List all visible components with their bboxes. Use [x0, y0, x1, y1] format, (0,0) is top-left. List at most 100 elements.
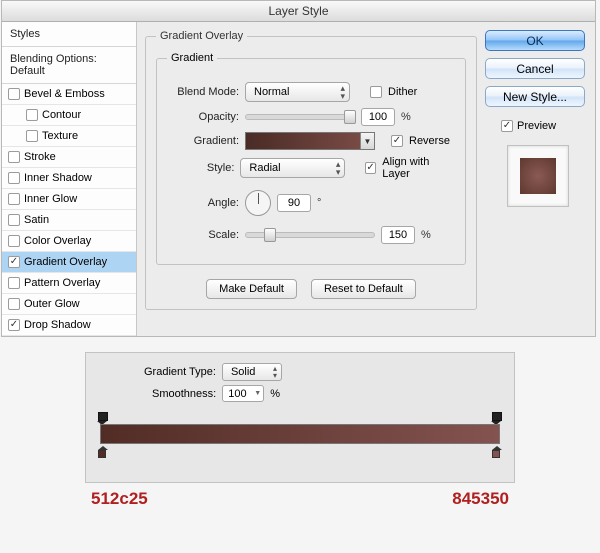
color-stop-left-swatch	[98, 450, 106, 458]
style-label: Style:	[167, 162, 234, 174]
opacity-slider-thumb[interactable]	[344, 110, 356, 124]
dialog-buttons: OK Cancel New Style... Preview	[485, 22, 595, 215]
drop-shadow-checkbox[interactable]	[8, 319, 20, 331]
sidebar-item-label: Inner Shadow	[24, 172, 92, 184]
sidebar-item-gradient-overlay[interactable]: Gradient Overlay	[2, 252, 136, 273]
make-default-label: Make Default	[219, 283, 284, 295]
blend-mode-select[interactable]: Normal ▴▾	[245, 82, 350, 102]
bevel-emboss-checkbox[interactable]	[8, 88, 20, 100]
cancel-label: Cancel	[516, 62, 553, 76]
inner-shadow-checkbox[interactable]	[8, 172, 20, 184]
preview-checkbox[interactable]	[501, 120, 513, 132]
scale-slider-thumb[interactable]	[264, 228, 276, 242]
sidebar-item-contour[interactable]: Contour	[2, 105, 136, 126]
hex-left: 512c25	[91, 489, 148, 509]
opacity-stop-left[interactable]	[98, 412, 108, 423]
reset-default-label: Reset to Default	[324, 283, 403, 295]
ok-button[interactable]: OK	[485, 30, 585, 51]
reset-default-button[interactable]: Reset to Default	[311, 279, 416, 299]
gradient-type-select[interactable]: Solid ▴▾	[222, 363, 282, 381]
cancel-button[interactable]: Cancel	[485, 58, 585, 79]
angle-dial[interactable]	[245, 190, 271, 216]
sidebar-item-label: Inner Glow	[24, 193, 77, 205]
scale-slider[interactable]	[245, 232, 375, 238]
sidebar-item-bevel-emboss[interactable]: Bevel & Emboss	[2, 84, 136, 105]
blending-options-heading[interactable]: Blending Options: Default	[2, 47, 136, 84]
new-style-button[interactable]: New Style...	[485, 86, 585, 107]
gradient-type-label: Gradient Type:	[144, 366, 216, 378]
stroke-checkbox[interactable]	[8, 151, 20, 163]
scale-input[interactable]: 150	[381, 226, 415, 244]
smoothness-input[interactable]: 100 ▼	[222, 385, 264, 402]
style-select[interactable]: Radial ▴▾	[240, 158, 345, 178]
hex-annotation-row: 512c25 845350	[85, 489, 515, 509]
gradient-group: Gradient Blend Mode: Normal ▴▾ Dither Op…	[156, 52, 466, 265]
settings-panel: Gradient Overlay Gradient Blend Mode: No…	[137, 22, 485, 328]
chevron-updown-icon: ▴▾	[273, 365, 277, 379]
preview-label: Preview	[517, 120, 556, 132]
gradient-bar[interactable]	[100, 424, 500, 444]
sidebar-item-drop-shadow[interactable]: Drop Shadow	[2, 315, 136, 336]
color-stop-left[interactable]	[98, 446, 108, 460]
reverse-label: Reverse	[409, 135, 450, 147]
dither-checkbox[interactable]	[370, 86, 382, 98]
sidebar-item-inner-glow[interactable]: Inner Glow	[2, 189, 136, 210]
gradient-label: Gradient:	[167, 135, 239, 147]
blend-mode-label: Blend Mode:	[167, 86, 239, 98]
color-overlay-checkbox[interactable]	[8, 235, 20, 247]
preview-swatch	[520, 158, 556, 194]
inner-glow-checkbox[interactable]	[8, 193, 20, 205]
gradient-swatch[interactable]: ▼	[245, 132, 375, 150]
sidebar-item-pattern-overlay[interactable]: Pattern Overlay	[2, 273, 136, 294]
sidebar-item-color-overlay[interactable]: Color Overlay	[2, 231, 136, 252]
opacity-slider[interactable]	[245, 114, 355, 120]
outer-glow-checkbox[interactable]	[8, 298, 20, 310]
sidebar-item-label: Outer Glow	[24, 298, 80, 310]
sidebar-item-label: Contour	[42, 109, 81, 121]
texture-checkbox[interactable]	[26, 130, 38, 142]
sidebar-item-outer-glow[interactable]: Outer Glow	[2, 294, 136, 315]
opacity-suffix: %	[401, 111, 411, 123]
opacity-label: Opacity:	[167, 111, 239, 123]
sidebar-item-label: Stroke	[24, 151, 56, 163]
smoothness-suffix: %	[270, 388, 280, 400]
align-label: Align with Layer	[382, 156, 455, 180]
gradient-bar-area	[100, 410, 500, 460]
align-checkbox[interactable]	[365, 162, 376, 174]
opacity-stop-right[interactable]	[492, 412, 502, 423]
make-default-button[interactable]: Make Default	[206, 279, 297, 299]
sidebar-item-label: Color Overlay	[24, 235, 91, 247]
chevron-updown-icon: ▴▾	[336, 160, 341, 176]
window-title: Layer Style	[2, 1, 595, 22]
gradient-overlay-group: Gradient Overlay Gradient Blend Mode: No…	[145, 30, 477, 310]
smoothness-value: 100	[228, 388, 246, 400]
sidebar-item-label: Texture	[42, 130, 78, 142]
sidebar-item-satin[interactable]: Satin	[2, 210, 136, 231]
preview-box	[507, 145, 569, 207]
chevron-updown-icon: ▴▾	[340, 84, 345, 100]
group-title: Gradient Overlay	[156, 30, 247, 42]
pattern-overlay-checkbox[interactable]	[8, 277, 20, 289]
color-stop-right[interactable]	[492, 446, 502, 460]
scale-suffix: %	[421, 229, 431, 241]
sidebar-item-texture[interactable]: Texture	[2, 126, 136, 147]
angle-label: Angle:	[167, 197, 239, 209]
angle-input[interactable]: 90	[277, 194, 311, 212]
angle-suffix: °	[317, 197, 321, 209]
styles-heading[interactable]: Styles	[2, 22, 136, 47]
gradient-overlay-checkbox[interactable]	[8, 256, 20, 268]
contour-checkbox[interactable]	[26, 109, 38, 121]
dither-label: Dither	[388, 86, 417, 98]
sidebar-item-label: Drop Shadow	[24, 319, 91, 331]
opacity-input[interactable]: 100	[361, 108, 395, 126]
sidebar-item-label: Pattern Overlay	[24, 277, 100, 289]
sidebar-item-inner-shadow[interactable]: Inner Shadow	[2, 168, 136, 189]
color-stop-right-swatch	[492, 450, 500, 458]
scale-label: Scale:	[167, 229, 239, 241]
gradient-swatch-dropdown[interactable]: ▼	[360, 133, 374, 149]
reverse-checkbox[interactable]	[391, 135, 403, 147]
sidebar-item-stroke[interactable]: Stroke	[2, 147, 136, 168]
satin-checkbox[interactable]	[8, 214, 20, 226]
sidebar-item-label: Satin	[24, 214, 49, 226]
gradient-group-title: Gradient	[167, 52, 217, 64]
